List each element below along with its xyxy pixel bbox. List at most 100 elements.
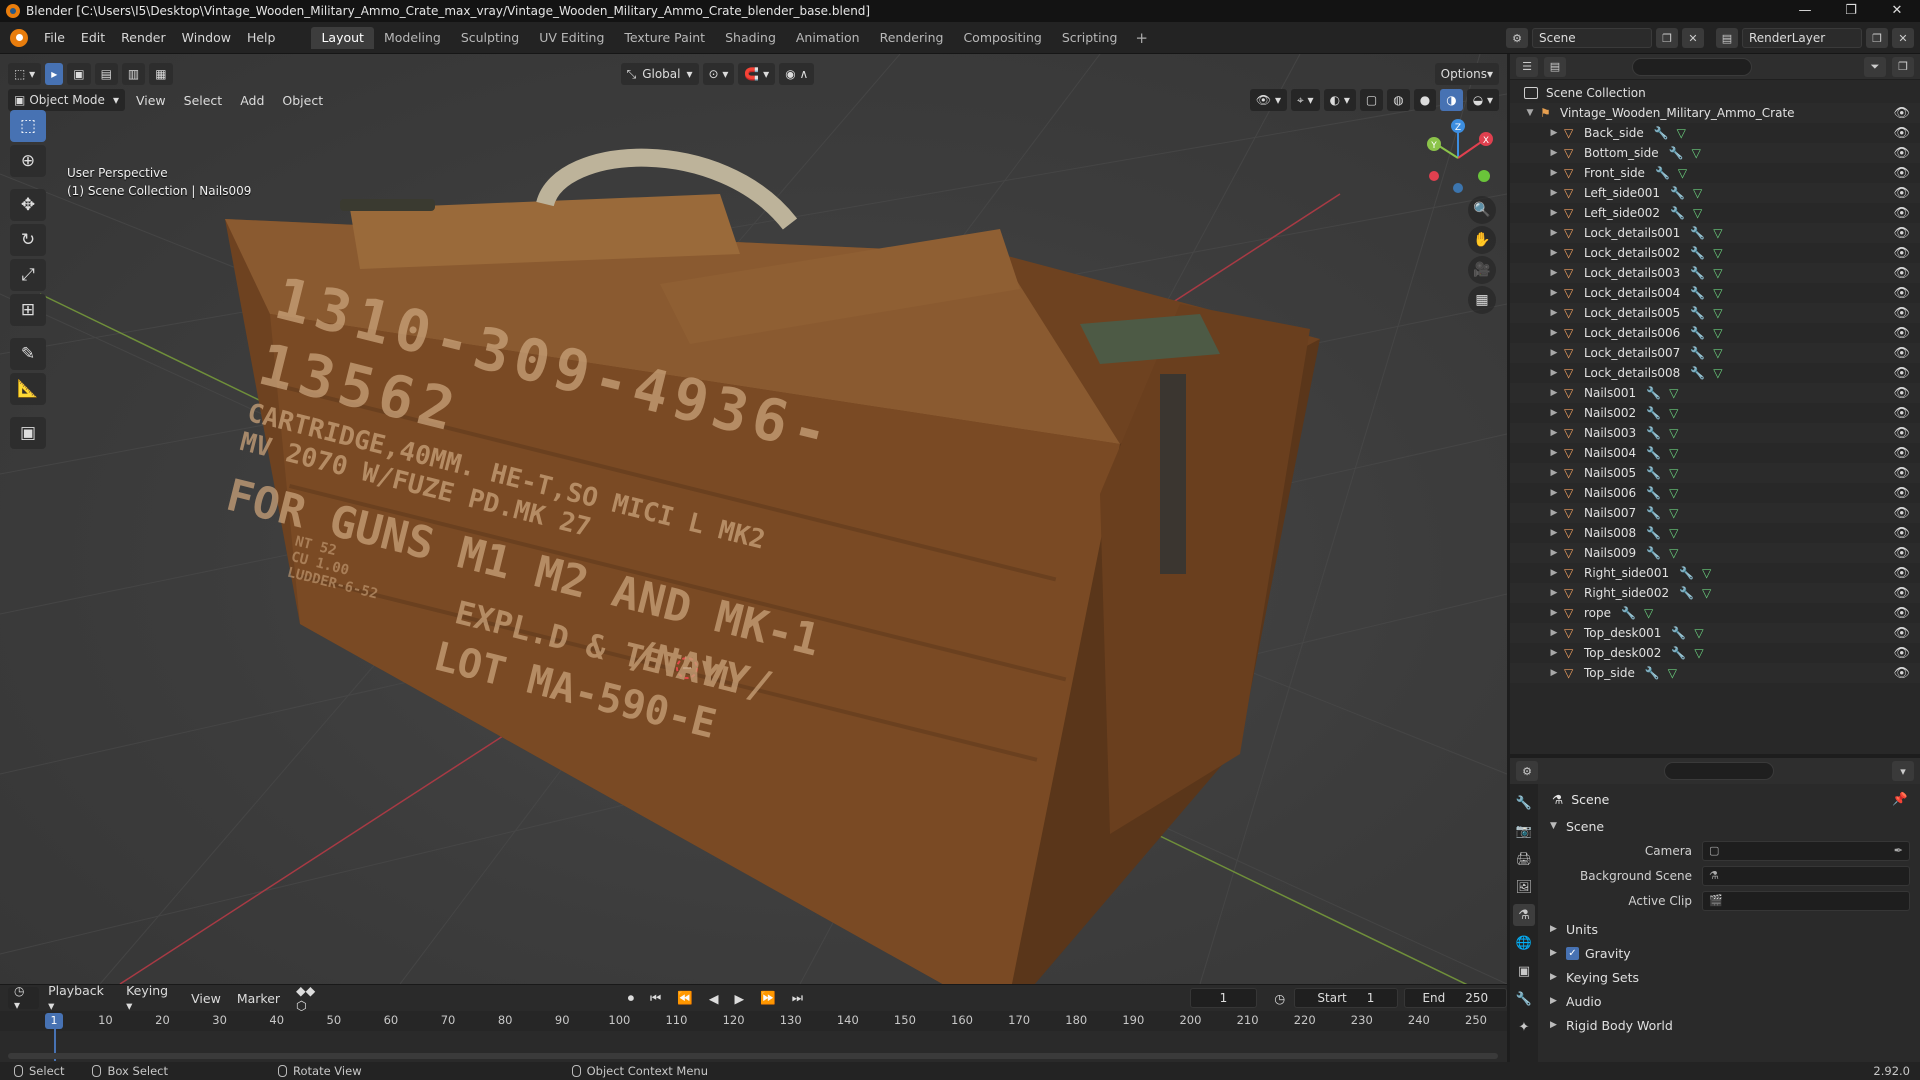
modifier-wrench-icon[interactable]: 🔧 — [1669, 146, 1684, 160]
modifier-wrench-icon[interactable]: 🔧 — [1646, 466, 1661, 480]
visibility-eye-icon[interactable]: 👁 — [1893, 226, 1910, 241]
outliner-row-object[interactable]: ▶ ▽ Top_desk002 🔧 ▽ 👁 — [1510, 643, 1920, 663]
menu-file[interactable]: File — [36, 22, 73, 54]
rotate-tool-icon[interactable]: ↻ — [10, 224, 46, 256]
modifier-wrench-icon[interactable]: 🔧 — [1679, 566, 1694, 580]
object-expand-icon[interactable]: ▶ — [1548, 388, 1560, 398]
add-workspace-button[interactable]: + — [1127, 29, 1156, 47]
modifier-wrench-icon[interactable]: 🔧 — [1654, 126, 1669, 140]
modifier-wrench-icon[interactable]: 🔧 — [1646, 546, 1661, 560]
visibility-eye-icon[interactable]: 👁 — [1893, 526, 1910, 541]
viewport-menu-select[interactable]: Select — [177, 93, 230, 108]
mesh-data-icon[interactable]: ▽ — [1694, 626, 1703, 640]
object-expand-icon[interactable]: ▶ — [1548, 168, 1560, 178]
visibility-eye-icon[interactable]: 👁 — [1893, 466, 1910, 481]
modifier-wrench-icon[interactable]: 🔧 — [1690, 346, 1705, 360]
menu-edit[interactable]: Edit — [73, 22, 113, 54]
modifier-wrench-icon[interactable]: 🔧 — [1645, 666, 1660, 680]
new-scene-icon[interactable]: ❐ — [1656, 28, 1678, 48]
object-expand-icon[interactable]: ▶ — [1548, 588, 1560, 598]
transform-orientation-dropdown[interactable]: ⤡ Global ▾ — [620, 63, 699, 85]
visibility-eye-icon[interactable]: 👁 — [1893, 246, 1910, 261]
tab-compositing[interactable]: Compositing — [953, 27, 1051, 49]
jump-start-icon[interactable]: ⏮ — [643, 990, 668, 1006]
mesh-data-icon[interactable]: ▽ — [1713, 246, 1722, 260]
mesh-data-icon[interactable]: ▽ — [1694, 646, 1703, 660]
select-mode-subtract-icon[interactable]: ▥ — [121, 63, 146, 85]
outliner-row-object[interactable]: ▶ ▽ Lock_details008 🔧 ▽ 👁 — [1510, 363, 1920, 383]
view-layer-tab-icon[interactable]: 🖼 — [1513, 876, 1535, 898]
shading-wireframe-icon[interactable]: ◍ — [1387, 89, 1410, 111]
outliner-row-object[interactable]: ▶ ▽ Nails004 🔧 ▽ 👁 — [1510, 443, 1920, 463]
visibility-eye-icon[interactable]: 👁 — [1893, 166, 1910, 181]
measure-tool-icon[interactable]: 📐 — [10, 373, 46, 405]
modifier-wrench-icon[interactable]: 🔧 — [1671, 646, 1686, 660]
scene-field[interactable]: Scene — [1532, 28, 1652, 48]
mesh-data-icon[interactable]: ▽ — [1713, 226, 1722, 240]
outliner-row-object[interactable]: ▶ ▽ Top_desk001 🔧 ▽ 👁 — [1510, 623, 1920, 643]
outliner-row-object[interactable]: ▶ ▽ Nails009 🔧 ▽ 👁 — [1510, 543, 1920, 563]
outliner-row-object[interactable]: ▶ ▽ Nails006 🔧 ▽ 👁 — [1510, 483, 1920, 503]
visibility-eye-icon[interactable]: 👁 — [1893, 326, 1910, 341]
timeline-menu-keying[interactable]: Keying ▾ — [119, 983, 182, 1013]
modifier-wrench-icon[interactable]: 🔧 — [1690, 366, 1705, 380]
modifier-wrench-icon[interactable]: 🔧 — [1621, 606, 1636, 620]
visibility-eye-icon[interactable]: 👁 — [1893, 586, 1910, 601]
visibility-eye-icon[interactable]: 👁 — [1893, 306, 1910, 321]
modifier-wrench-icon[interactable]: 🔧 — [1670, 206, 1685, 220]
viewport-menu-add[interactable]: Add — [233, 93, 271, 108]
jump-next-keyframe-icon[interactable]: ⏩ — [753, 990, 783, 1006]
active-clip-field[interactable]: 🎬 — [1702, 890, 1910, 911]
display-mode-icon[interactable]: ▤ — [1544, 56, 1566, 77]
object-expand-icon[interactable]: ▶ — [1548, 268, 1560, 278]
add-cube-tool-icon[interactable]: ▣ — [10, 417, 46, 449]
mesh-data-icon[interactable]: ▽ — [1702, 586, 1711, 600]
view-layer-field[interactable]: RenderLayer — [1742, 28, 1862, 48]
visibility-eye-icon[interactable]: 👁 — [1893, 486, 1910, 501]
outliner-row-object[interactable]: ▶ ▽ Lock_details002 🔧 ▽ 👁 — [1510, 243, 1920, 263]
visibility-eye-icon[interactable]: 👁 — [1893, 626, 1910, 641]
modifier-wrench-icon[interactable]: 🔧 — [1670, 186, 1685, 200]
zoom-icon[interactable]: 🔍 — [1468, 196, 1496, 224]
delete-scene-icon[interactable]: ✕ — [1682, 28, 1704, 48]
timeline-ruler[interactable]: 1102030405060708090100110120130140150160… — [0, 1011, 1507, 1031]
object-expand-icon[interactable]: ▶ — [1548, 628, 1560, 638]
keyframe-icons[interactable]: ◆◆ ⬡ — [289, 983, 335, 1013]
scene-panel-header[interactable]: ▼ Scene — [1542, 814, 1920, 838]
tab-layout[interactable]: Layout — [311, 26, 374, 49]
modifier-tab-icon[interactable]: 🔧 — [1513, 988, 1535, 1010]
object-expand-icon[interactable]: ▶ — [1548, 128, 1560, 138]
visibility-eye-icon[interactable]: 👁 — [1893, 146, 1910, 161]
overlay-toggle-icon[interactable]: ◐ ▾ — [1323, 89, 1356, 111]
object-expand-icon[interactable]: ▶ — [1548, 668, 1560, 678]
visibility-eye-icon[interactable]: 👁 — [1893, 546, 1910, 561]
pivot-point-icon[interactable]: ⊙ ▾ — [702, 63, 735, 85]
visibility-eye-icon[interactable]: 👁 — [1893, 406, 1910, 421]
visibility-eye-icon[interactable]: 👁 — [1893, 386, 1910, 401]
keying-sets-panel-header[interactable]: ▶ Keying Sets — [1542, 965, 1920, 989]
annotate-tool-icon[interactable]: ✎ — [10, 338, 46, 370]
modifier-wrench-icon[interactable]: 🔧 — [1646, 386, 1661, 400]
outliner-row-object[interactable]: ▶ ▽ Lock_details004 🔧 ▽ 👁 — [1510, 283, 1920, 303]
mesh-data-icon[interactable]: ▽ — [1669, 466, 1678, 480]
xray-toggle-icon[interactable]: ▢ — [1359, 89, 1384, 111]
object-expand-icon[interactable]: ▶ — [1548, 528, 1560, 538]
modifier-wrench-icon[interactable]: 🔧 — [1690, 266, 1705, 280]
visibility-eye-icon[interactable]: 👁 — [1893, 186, 1910, 201]
render-tab-icon[interactable]: 📷 — [1513, 820, 1535, 842]
ortho-grid-icon[interactable]: ▦ — [1468, 286, 1496, 314]
timeline-editor-type-icon[interactable]: ◷ ▾ — [8, 984, 40, 1012]
visibility-eye-icon[interactable]: 👁 — [1893, 446, 1910, 461]
timeline-scrollbar[interactable] — [8, 1053, 1498, 1059]
mesh-data-icon[interactable]: ▽ — [1644, 606, 1653, 620]
object-expand-icon[interactable]: ▶ — [1548, 568, 1560, 578]
tab-rendering[interactable]: Rendering — [870, 27, 954, 49]
modifier-wrench-icon[interactable]: 🔧 — [1646, 406, 1661, 420]
outliner-row-object[interactable]: ▶ ▽ Left_side002 🔧 ▽ 👁 — [1510, 203, 1920, 223]
transform-tool-icon[interactable]: ⊞ — [10, 294, 46, 326]
menu-render[interactable]: Render — [113, 22, 174, 54]
start-frame-field[interactable]: Start 1 — [1294, 988, 1398, 1008]
collection-visibility-eye-icon[interactable]: 👁 — [1893, 106, 1910, 121]
scene-type-icon[interactable]: ⚙ — [1506, 28, 1528, 48]
object-expand-icon[interactable]: ▶ — [1548, 648, 1560, 658]
